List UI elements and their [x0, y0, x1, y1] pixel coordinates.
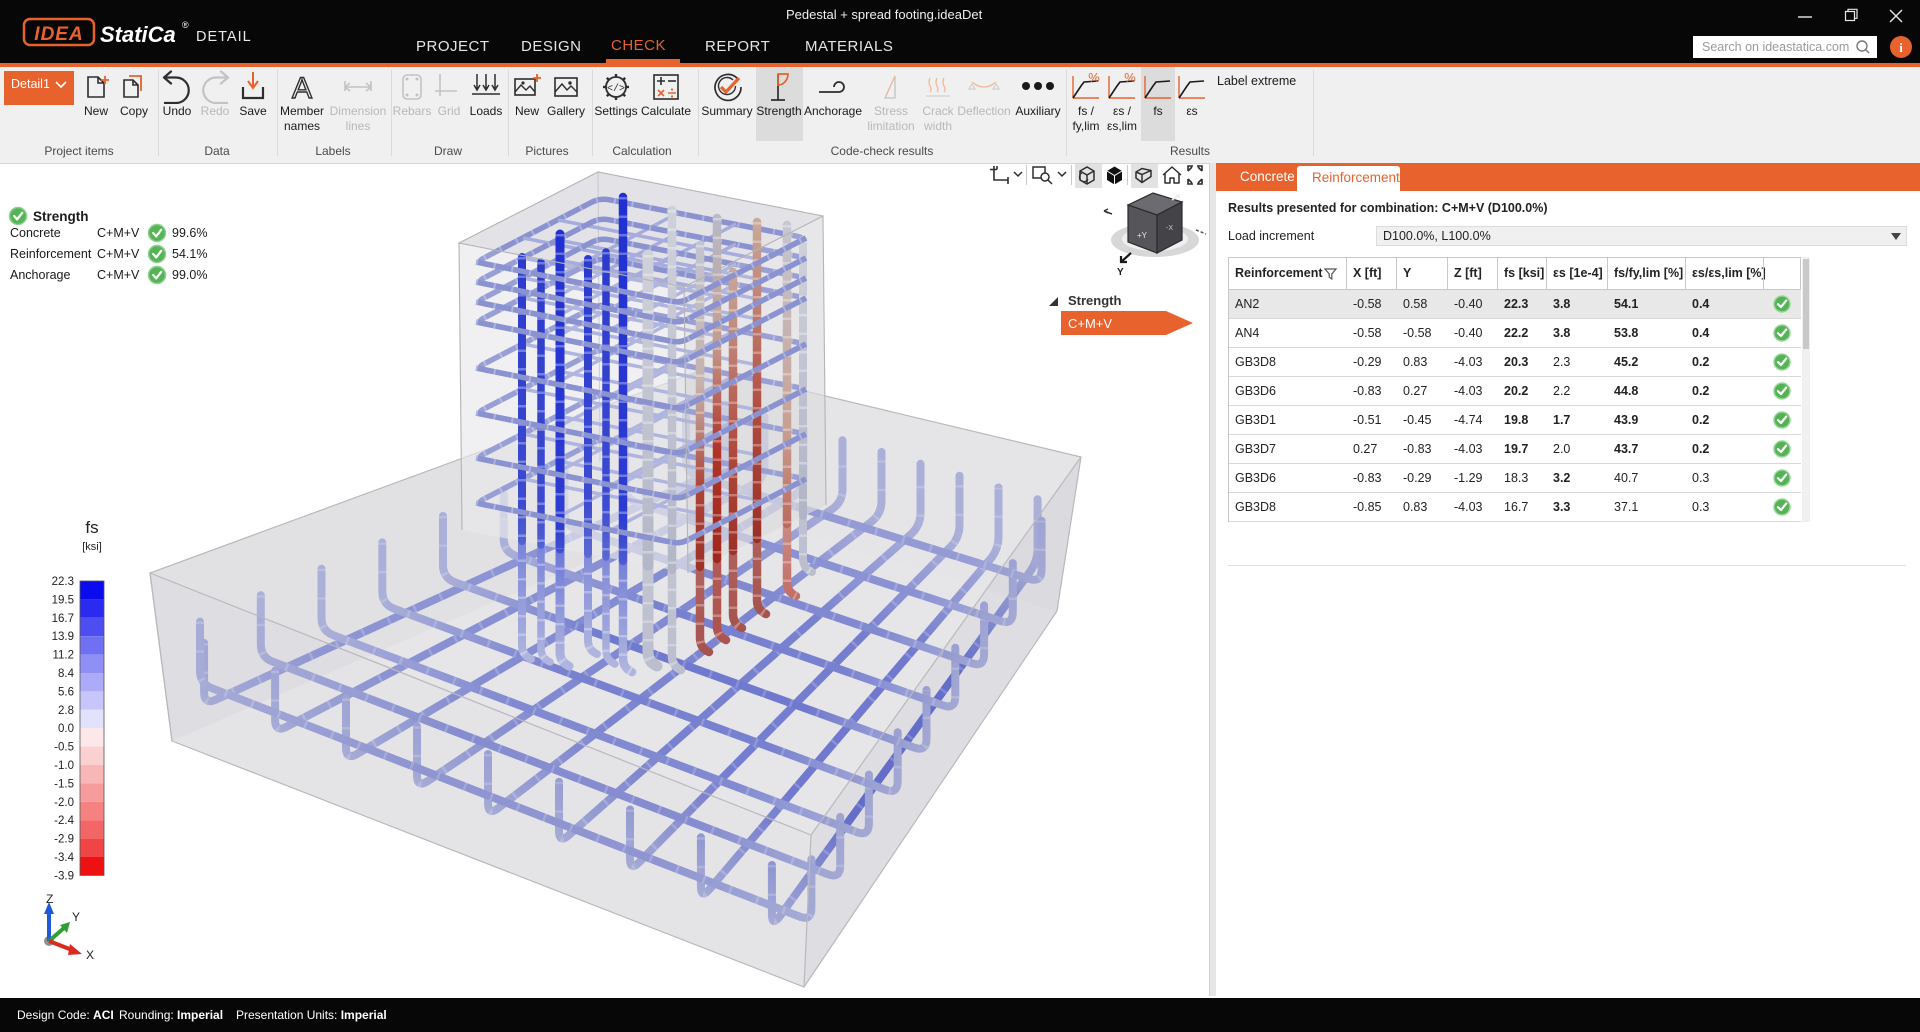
svg-text:StatiCa: StatiCa: [100, 22, 176, 47]
svg-text:C+M+V: C+M+V: [97, 268, 140, 282]
svg-text:[ksi]: [ksi]: [82, 541, 102, 553]
svg-text:C+M+V: C+M+V: [97, 247, 140, 261]
svg-text:DETAIL: DETAIL: [196, 29, 252, 45]
svg-text:2.8: 2.8: [58, 705, 74, 717]
svg-text:13.9: 13.9: [52, 631, 74, 643]
svg-text:19.5: 19.5: [52, 594, 74, 606]
svg-text:Concrete: Concrete: [10, 226, 61, 240]
svg-text:Y: Y: [1117, 267, 1124, 278]
svg-text:Z: Z: [46, 892, 53, 906]
svg-text:+Y: +Y: [1137, 231, 1148, 240]
svg-text:54.1%: 54.1%: [172, 247, 207, 261]
svg-text:-2.9: -2.9: [54, 834, 74, 846]
svg-text:C+M+V: C+M+V: [97, 226, 140, 240]
svg-text:C+M+V: C+M+V: [1068, 316, 1112, 331]
svg-text:5.6: 5.6: [58, 686, 74, 698]
svg-text:%: %: [1124, 70, 1136, 85]
svg-text:Reinforcement: Reinforcement: [10, 247, 92, 261]
svg-text:Strength: Strength: [33, 209, 89, 224]
svg-text:IDEA: IDEA: [34, 24, 83, 45]
svg-text:16.7: 16.7: [52, 613, 74, 625]
svg-text:i: i: [1899, 40, 1903, 55]
svg-text:-0.5: -0.5: [54, 742, 74, 754]
svg-text:-X: -X: [1166, 225, 1173, 232]
svg-text:Anchorage: Anchorage: [10, 268, 71, 282]
svg-text:fs: fs: [85, 518, 98, 537]
svg-text:-2.4: -2.4: [54, 815, 74, 827]
svg-text:X: X: [86, 948, 94, 962]
svg-text:99.6%: 99.6%: [172, 226, 207, 240]
svg-text:0.0: 0.0: [58, 723, 74, 735]
svg-text:11.2: 11.2: [52, 650, 74, 662]
svg-text:22.3: 22.3: [52, 576, 74, 588]
svg-text:8.4: 8.4: [58, 668, 75, 680]
svg-text:-2.0: -2.0: [54, 797, 74, 809]
svg-text:Strength: Strength: [1068, 293, 1122, 308]
svg-text:-1.0: -1.0: [54, 760, 74, 772]
svg-text:-3.9: -3.9: [54, 870, 74, 882]
svg-text:®: ®: [182, 20, 189, 30]
svg-text:99.0%: 99.0%: [172, 268, 207, 282]
svg-text:Y: Y: [72, 910, 80, 924]
svg-text:%: %: [1088, 70, 1100, 85]
svg-text:-1.5: -1.5: [54, 778, 74, 790]
svg-text:A: A: [292, 72, 312, 104]
svg-text:</>: </>: [607, 83, 625, 95]
svg-text:-3.4: -3.4: [54, 852, 74, 864]
